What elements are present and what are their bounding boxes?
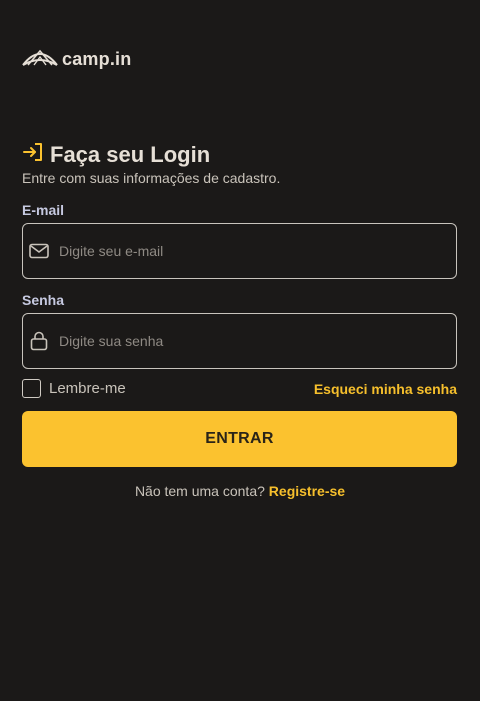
email-field[interactable] — [22, 223, 457, 279]
brand-logo: camp.in — [22, 45, 131, 73]
forgot-password-link[interactable]: Esqueci minha senha — [314, 381, 457, 397]
tent-icon — [22, 45, 58, 74]
mail-icon — [29, 241, 49, 261]
email-input[interactable] — [59, 224, 446, 278]
brand-name: camp.in — [62, 48, 132, 69]
page-title: Faça seu Login — [50, 141, 211, 167]
password-field[interactable] — [22, 313, 457, 369]
register-prompt: Não tem uma conta? — [134, 483, 265, 499]
password-input[interactable] — [59, 314, 446, 368]
remember-me[interactable]: Lembre-me — [22, 379, 126, 398]
page-subtitle: Entre com suas informações de cadastro. — [22, 170, 281, 186]
remember-label: Lembre-me — [49, 380, 126, 397]
password-label: Senha — [22, 292, 65, 308]
register-prompt-row: Não tem uma conta? Registre-se — [0, 483, 480, 499]
sign-in-arrow-icon — [22, 141, 44, 168]
login-button[interactable]: ENTRAR — [22, 411, 457, 467]
lock-icon — [29, 331, 49, 351]
register-link[interactable]: Registre-se — [269, 483, 345, 499]
email-label: E-mail — [22, 202, 65, 218]
remember-checkbox[interactable] — [22, 379, 41, 398]
login-heading: Faça seu Login — [22, 141, 210, 168]
